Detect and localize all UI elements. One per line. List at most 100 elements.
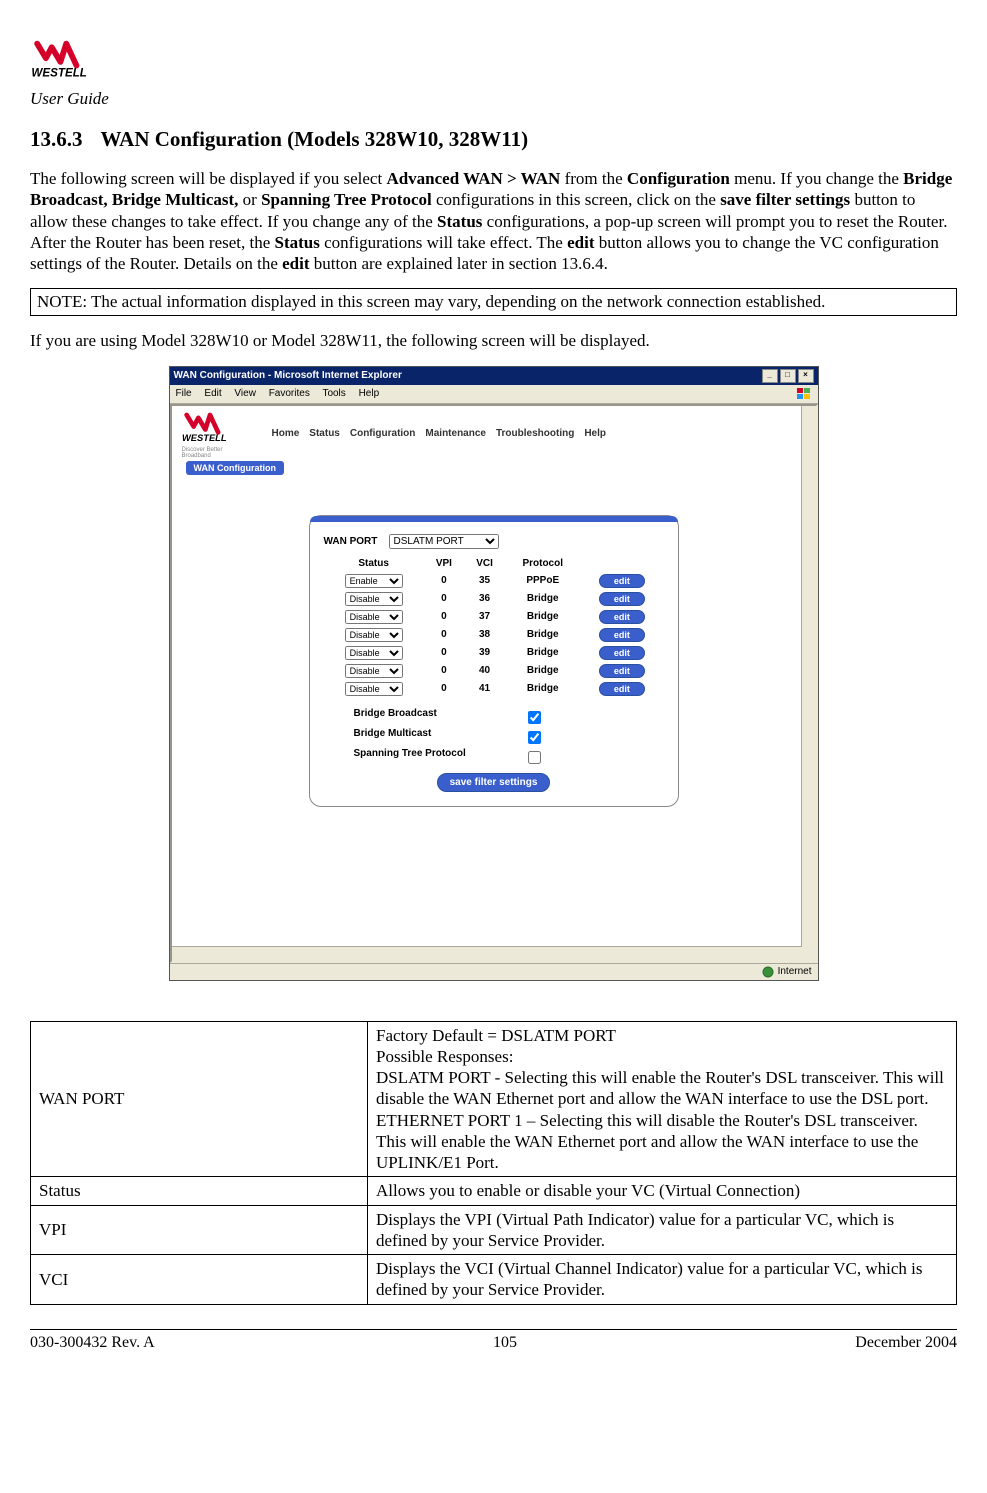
table-row: Disable038Bridgeedit <box>324 626 664 644</box>
ie-statusbar: Internet <box>170 963 818 980</box>
save-filter-settings-button[interactable]: save filter settings <box>437 773 551 792</box>
param-name: WAN PORT <box>31 1021 368 1177</box>
table-row: Disable039Bridgeedit <box>324 644 664 662</box>
table-row: WAN PORT Factory Default = DSLATM PORT P… <box>31 1021 957 1177</box>
col-status: Status <box>324 555 424 572</box>
status-select[interactable]: Disable <box>345 646 403 660</box>
ie-menubar: File Edit View Favorites Tools Help <box>170 385 818 404</box>
col-vci: VCI <box>464 555 505 572</box>
table-row: Status Allows you to enable or disable y… <box>31 1177 957 1205</box>
windows-flag-icon <box>796 387 812 401</box>
app-tagline: Discover Better Broadband <box>182 447 252 459</box>
user-guide-label: User Guide <box>30 89 957 109</box>
ie-content-area: WESTELL Discover Better Broadband Home S… <box>170 404 818 963</box>
edit-button[interactable]: edit <box>599 628 645 642</box>
table-row: Disable040Bridgeedit <box>324 662 664 680</box>
bridge-multicast-checkbox[interactable] <box>528 731 541 744</box>
menu-tools[interactable]: Tools <box>322 388 345 399</box>
ie-status-text: Internet <box>778 966 812 977</box>
bridge-broadcast-label: Bridge Broadcast <box>354 708 437 727</box>
svg-text:WESTELL: WESTELL <box>182 433 227 443</box>
status-select[interactable]: Disable <box>345 628 403 642</box>
param-name: VCI <box>31 1255 368 1305</box>
description-table: WAN PORT Factory Default = DSLATM PORT P… <box>30 1021 957 1305</box>
page-footer: 030-300432 Rev. A 105 December 2004 <box>30 1329 957 1352</box>
section-title: WAN Configuration (Models 328W10, 328W11… <box>101 127 529 151</box>
table-row: Disable041Bridgeedit <box>324 680 664 698</box>
model-paragraph: If you are using Model 328W10 or Model 3… <box>30 330 957 351</box>
col-protocol: Protocol <box>505 555 580 572</box>
col-vpi: VPI <box>424 555 464 572</box>
ie-window: WAN Configuration - Microsoft Internet E… <box>169 366 819 981</box>
status-select[interactable]: Disable <box>345 682 403 696</box>
nav-help[interactable]: Help <box>584 428 606 439</box>
app-header: WESTELL Discover Better Broadband Home S… <box>172 406 816 459</box>
footer-page-number: 105 <box>493 1334 517 1352</box>
spanning-tree-label: Spanning Tree Protocol <box>354 748 466 767</box>
nav-maintenance[interactable]: Maintenance <box>425 428 486 439</box>
screenshot-container: WAN Configuration - Microsoft Internet E… <box>169 366 819 981</box>
internet-zone-icon <box>762 966 774 978</box>
note-box: NOTE: The actual information displayed i… <box>30 288 957 316</box>
westell-logo-icon: WESTELL <box>30 40 120 80</box>
table-row: Disable036Bridgeedit <box>324 590 664 608</box>
param-desc: Displays the VPI (Virtual Path Indicator… <box>368 1205 957 1255</box>
vc-table: Status VPI VCI Protocol Enable035PPPoEed… <box>324 555 664 698</box>
edit-button[interactable]: edit <box>599 664 645 678</box>
maximize-button[interactable]: □ <box>780 369 796 383</box>
vertical-scrollbar[interactable] <box>801 406 816 961</box>
horizontal-scrollbar[interactable] <box>172 946 802 961</box>
header-logo: WESTELL <box>30 40 957 85</box>
bridge-broadcast-checkbox[interactable] <box>528 711 541 724</box>
footer-date: December 2004 <box>855 1334 957 1352</box>
wan-port-row: WAN PORT DSLATM PORT <box>324 534 664 549</box>
nav-home[interactable]: Home <box>272 428 300 439</box>
wan-port-select[interactable]: DSLATM PORT <box>389 534 499 549</box>
edit-button[interactable]: edit <box>599 592 645 606</box>
param-desc: Displays the VCI (Virtual Channel Indica… <box>368 1255 957 1305</box>
vc-table-header: Status VPI VCI Protocol <box>324 555 664 572</box>
config-panel: WAN PORT DSLATM PORT Status VPI VCI Prot… <box>309 515 679 807</box>
menu-view[interactable]: View <box>234 388 256 399</box>
param-desc: Allows you to enable or disable your VC … <box>368 1177 957 1205</box>
status-select[interactable]: Disable <box>345 592 403 606</box>
param-name: VPI <box>31 1205 368 1255</box>
status-select[interactable]: Enable <box>345 574 403 588</box>
footer-doc-number: 030-300432 Rev. A <box>30 1334 155 1352</box>
menu-file[interactable]: File <box>176 388 192 399</box>
app-logo: WESTELL Discover Better Broadband <box>182 412 252 459</box>
spanning-tree-checkbox[interactable] <box>528 751 541 764</box>
ie-title: WAN Configuration - Microsoft Internet E… <box>174 370 402 381</box>
table-row: VCI Displays the VCI (Virtual Channel In… <box>31 1255 957 1305</box>
edit-button[interactable]: edit <box>599 646 645 660</box>
menu-favorites[interactable]: Favorites <box>269 388 310 399</box>
edit-button[interactable]: edit <box>599 574 645 588</box>
menu-help[interactable]: Help <box>359 388 380 399</box>
app-nav: Home Status Configuration Maintenance Tr… <box>272 428 606 443</box>
intro-paragraph: The following screen will be displayed i… <box>30 168 957 274</box>
wan-port-label: WAN PORT <box>324 536 378 547</box>
section-heading: 13.6.3 WAN Configuration (Models 328W10, … <box>30 127 957 152</box>
param-name: Status <box>31 1177 368 1205</box>
filter-options: Bridge Broadcast Bridge Multicast Spanni… <box>354 708 664 767</box>
edit-button[interactable]: edit <box>599 610 645 624</box>
table-row: Disable037Bridgeedit <box>324 608 664 626</box>
nav-status[interactable]: Status <box>309 428 340 439</box>
bridge-multicast-label: Bridge Multicast <box>354 728 432 747</box>
close-button[interactable]: × <box>798 369 814 383</box>
westell-app-logo-icon: WESTELL <box>182 412 252 444</box>
menu-edit[interactable]: Edit <box>204 388 221 399</box>
section-number: 13.6.3 <box>30 127 83 152</box>
nav-configuration[interactable]: Configuration <box>350 428 416 439</box>
nav-troubleshooting[interactable]: Troubleshooting <box>496 428 574 439</box>
status-select[interactable]: Disable <box>345 664 403 678</box>
table-row: Enable035PPPoEedit <box>324 572 664 590</box>
svg-text:WESTELL: WESTELL <box>31 66 87 79</box>
param-desc: Factory Default = DSLATM PORT Possible R… <box>368 1021 957 1177</box>
table-row: VPI Displays the VPI (Virtual Path Indic… <box>31 1205 957 1255</box>
minimize-button[interactable]: _ <box>762 369 778 383</box>
breadcrumb-tab[interactable]: WAN Configuration <box>186 461 285 475</box>
edit-button[interactable]: edit <box>599 682 645 696</box>
ie-titlebar: WAN Configuration - Microsoft Internet E… <box>170 367 818 385</box>
status-select[interactable]: Disable <box>345 610 403 624</box>
